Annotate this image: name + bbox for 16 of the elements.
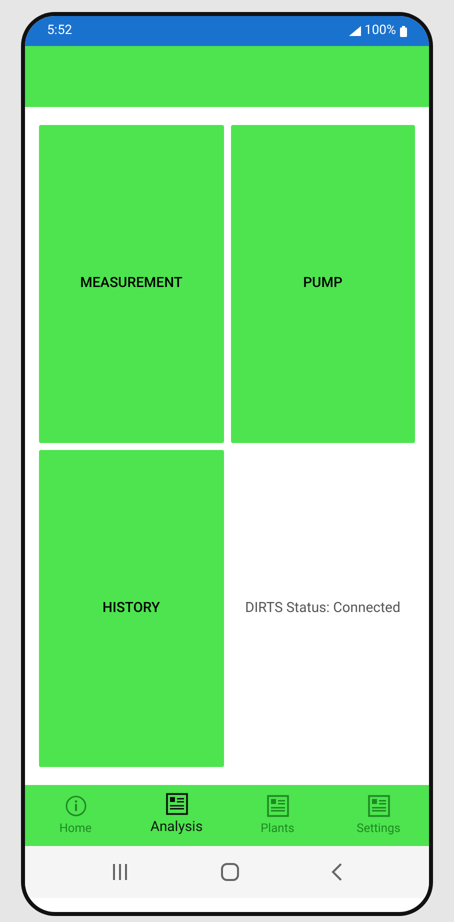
home-icon[interactable] bbox=[220, 862, 240, 882]
document-icon bbox=[266, 794, 288, 816]
back-icon[interactable] bbox=[331, 863, 344, 881]
battery-level: 100% bbox=[364, 22, 396, 40]
menu-tile[interactable]: PUMP bbox=[230, 125, 415, 442]
menu-tile[interactable]: HISTORY bbox=[39, 450, 224, 767]
nav-tab[interactable]: Analysis bbox=[126, 785, 227, 846]
recent-apps-icon[interactable] bbox=[110, 864, 129, 880]
battery-icon bbox=[400, 26, 407, 36]
info-icon bbox=[64, 794, 86, 816]
signal-icon bbox=[348, 26, 361, 36]
connection-status: DIRTS Status: Connected bbox=[245, 598, 400, 618]
clock: 5:52 bbox=[47, 22, 72, 40]
menu-tile[interactable]: MEASUREMENT bbox=[39, 125, 224, 442]
document-icon bbox=[368, 794, 390, 816]
document-icon bbox=[166, 793, 188, 815]
